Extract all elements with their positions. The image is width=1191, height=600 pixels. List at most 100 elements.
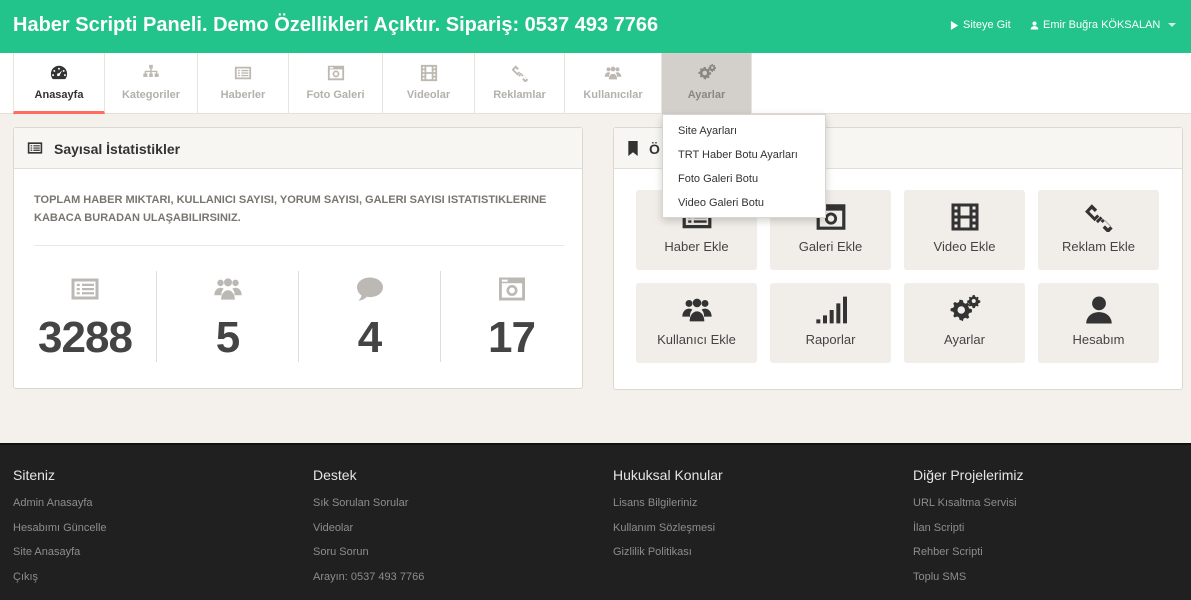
stats-panel: Sayısal İstatistikler Toplam haber mikta… [13,127,583,389]
settings-dropdown-menu: Site Ayarları TRT Haber Botu Ayarları Fo… [662,114,826,218]
button-label: Hesabım [1072,332,1125,347]
stat-gallery-count: 17 [440,271,582,362]
stat-value: 17 [488,313,536,362]
menu-item-photo-gallery-bot[interactable]: Foto Galeri Botu [663,171,825,195]
main-nav: Anasayfa Kategoriler Haberler Foto Galer… [0,53,1191,114]
stats-panel-title: Sayısal İstatistikler [54,141,181,157]
tab-haberler[interactable]: Haberler [198,53,289,114]
footer-link[interactable]: URL Kısaltma Servisi [913,497,1023,522]
reports-button[interactable]: Raporlar [770,283,891,363]
button-label: Raporlar [805,332,856,347]
user-icon [1030,21,1039,30]
settings-button[interactable]: Ayarlar [904,283,1025,363]
camera-icon [497,276,527,302]
tab-label: Anasayfa [34,89,84,101]
footer-link[interactable]: Lisans Bilgileriniz [613,497,723,522]
site-link-label: Siteye Git [963,19,1011,31]
button-label: Haber Ekle [664,239,729,254]
stat-comment-count: 4 [298,271,440,362]
tab-anasayfa[interactable]: Anasayfa [13,53,105,114]
footer-link[interactable]: Soru Sorun [313,546,424,571]
stat-user-count: 5 [156,271,298,362]
quick-panel-title: Ö [649,141,660,157]
link-icon [1083,202,1115,232]
tab-foto-galeri[interactable]: Foto Galeri [289,53,383,114]
footer-link[interactable]: Toplu SMS [913,571,1023,596]
add-user-button[interactable]: Kullanıcı Ekle [636,283,757,363]
footer-link[interactable]: Site Anasayfa [13,546,107,571]
menu-item-trt-bot-settings[interactable]: TRT Haber Botu Ayarları [663,147,825,171]
sitemap-icon [142,64,160,82]
footer-link[interactable]: Çıkış [13,571,107,596]
button-label: Video Ekle [933,239,996,254]
camera-icon [327,64,345,82]
stats-description: Toplam haber miktarı, kullanıcı sayısı, … [34,194,547,224]
stat-value: 3288 [38,313,133,362]
tab-label: Videolar [406,89,451,101]
tab-label: Kategoriler [121,89,181,101]
tab-label: Haberler [220,89,266,101]
gears-icon [949,295,981,325]
footer-column-title: Diğer Projelerimiz [913,467,1024,483]
tab-ayarlar[interactable]: Ayarlar [662,53,752,114]
button-label: Kullanıcı Ekle [657,332,736,347]
footer-link[interactable]: Sık Sorulan Sorular [313,497,424,522]
footer-link[interactable]: Arayın: 0537 493 7766 [313,571,424,596]
button-label: Reklam Ekle [1062,239,1135,254]
users-icon [681,295,713,325]
button-label: Galeri Ekle [798,239,863,254]
user-name: Emir Buğra KÖKSALAN [1043,19,1161,31]
add-ad-button[interactable]: Reklam Ekle [1038,190,1159,270]
menu-item-video-gallery-bot[interactable]: Video Galeri Botu [663,195,825,219]
footer-link[interactable]: Kullanım Sözleşmesi [613,522,723,547]
button-label: Ayarlar [944,332,985,347]
film-icon [420,64,438,82]
comment-icon [355,276,385,302]
footer-column-title: Destek [313,467,357,483]
footer-column-projeler: Diğer Projelerimiz URL Kısaltma Servisi … [913,467,1023,595]
menu-item-site-settings[interactable]: Site Ayarları [663,123,825,147]
list-icon [70,276,100,302]
tab-label: Foto Galeri [306,89,365,101]
gears-icon [698,64,716,82]
list-icon [27,141,43,155]
footer-link[interactable]: Videolar [313,522,424,547]
list-icon [234,64,252,82]
tab-label: Reklamlar [493,89,546,101]
signal-icon [815,295,847,325]
add-video-button[interactable]: Video Ekle [904,190,1025,270]
user-menu[interactable]: Emir Buğra KÖKSALAN [1030,19,1177,31]
tab-reklamlar[interactable]: Reklamlar [475,53,565,114]
footer-link[interactable]: Hesabımı Güncelle [13,522,107,547]
site-link[interactable]: Siteye Git [950,19,1011,31]
footer-link[interactable]: Gizlilik Politikası [613,546,723,571]
footer-column-title: Hukuksal Konular [613,467,723,483]
footer-link[interactable]: Rehber Scripti [913,546,1023,571]
link-icon [511,64,529,82]
tab-videolar[interactable]: Videolar [383,53,475,114]
footer-link[interactable]: İlan Scripti [913,522,1023,547]
stats-panel-header: Sayısal İstatistikler [14,128,582,169]
account-button[interactable]: Hesabım [1038,283,1159,363]
stat-news-count: 3288 [14,271,156,362]
stat-value: 4 [357,313,382,362]
tab-kullanicilar[interactable]: Kullanıcılar [565,53,662,114]
users-icon [213,276,243,302]
tab-label: Ayarlar [687,89,726,101]
footer-column-siteniz: Siteniz Admin Anasayfa Hesabımı Güncelle… [13,467,107,595]
divider [34,245,564,246]
footer-link[interactable]: Admin Anasayfa [13,497,107,522]
tab-label: Kullanıcılar [583,89,643,101]
caret-down-icon [1168,23,1177,27]
users-icon [604,64,622,82]
footer-column-destek: Destek Sık Sorulan Sorular Videolar Soru… [313,467,424,595]
footer: Siteniz Admin Anasayfa Hesabımı Güncelle… [0,443,1191,600]
play-icon [950,21,959,30]
bookmark-icon [627,141,639,156]
top-bar: Haber Scripti Paneli. Demo Özellikleri A… [0,0,1191,53]
dashboard-icon [50,64,68,82]
tab-kategoriler[interactable]: Kategoriler [105,53,198,114]
stat-value: 5 [215,313,240,362]
footer-column-hukuksal: Hukuksal Konular Lisans Bilgileriniz Kul… [613,467,723,571]
page-title: Haber Scripti Paneli. Demo Özellikleri A… [13,14,659,36]
